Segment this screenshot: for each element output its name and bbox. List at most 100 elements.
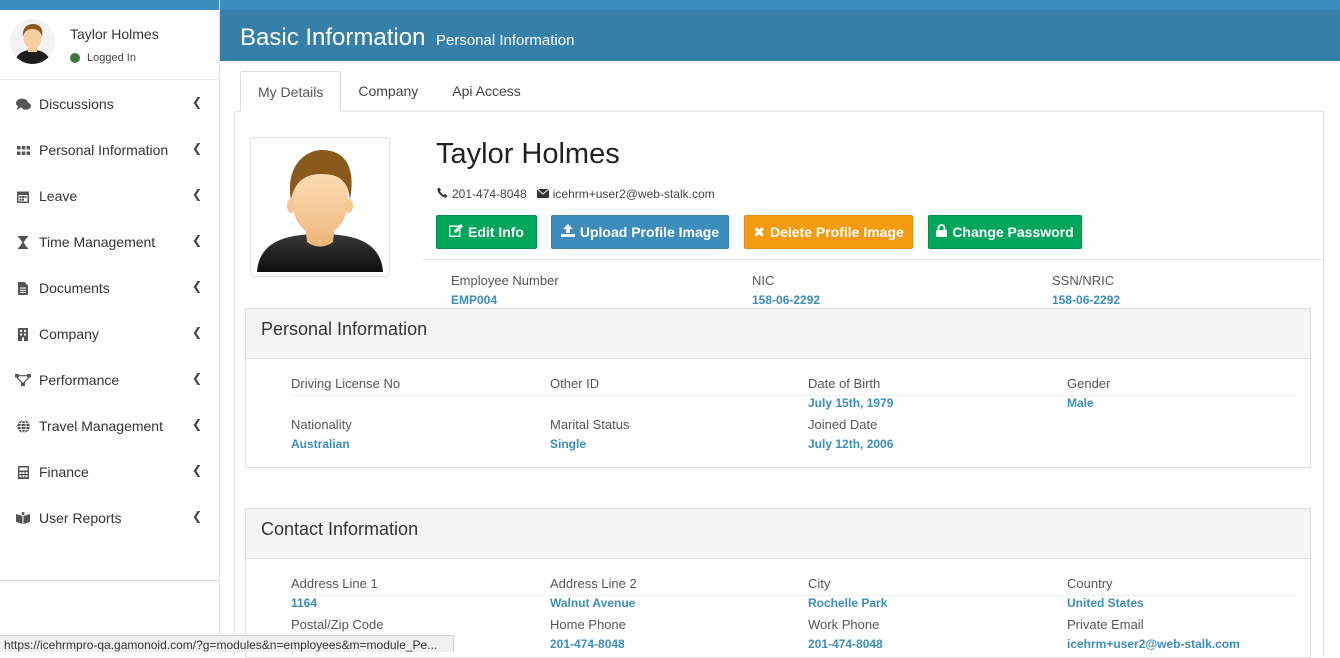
field-value: July 12th, 2006 [808,437,894,451]
personal-information-panel: Personal Information Driving License No … [245,308,1311,468]
field-value: 201-474-8048 [550,637,625,651]
field-value: Australian [291,437,350,451]
field-value: Single [550,437,587,451]
hourglass-icon [15,235,31,249]
chevron-left-icon: ❮ [191,187,202,201]
chevron-left-icon: ❮ [191,95,202,109]
tab-my-details[interactable]: My Details [240,71,342,112]
change-password-button[interactable]: Change Password [928,215,1082,249]
browser-status-bar: https://icehrmpro-qa.gamonoid.com/?g=mod… [0,635,454,652]
row-divider [291,395,1296,396]
sidebar-item-performance[interactable]: Performance ❮ [0,357,220,403]
field-label: Driving License No [291,376,401,391]
panel-title: Personal Information [246,309,1310,359]
avatar[interactable] [10,19,55,64]
edit-info-button[interactable]: Edit Info [436,215,537,249]
sidebar-item-label: Performance [39,372,120,388]
lock-icon [936,224,948,240]
field-label: Joined Date [808,417,878,432]
sidebar-item-label: Documents [39,280,110,296]
field-label: Work Phone [808,617,880,632]
profile-contact: 201-474-8048 icehrm+user2@web-stalk.com [437,187,715,201]
field-value: Walnut Avenue [550,596,636,610]
field-label: Gender [1067,376,1111,391]
calendar-icon [15,189,31,203]
page-title: Basic Information [240,24,426,51]
chevron-left-icon: ❮ [191,279,202,293]
user-status: Logged In [70,52,136,64]
row-divider [291,595,1296,596]
field-label: Private Email [1067,617,1144,632]
building-icon [15,327,31,341]
upload-profile-image-button[interactable]: Upload Profile Image [551,215,729,249]
sidebar-item-company[interactable]: Company ❮ [0,311,220,357]
sidebar-item-user-reports[interactable]: User Reports ❮ [0,495,220,541]
field-label: Date of Birth [808,376,881,391]
field-value: Male [1067,396,1094,410]
sidebar-divider [0,580,220,581]
envelope-icon [536,187,550,201]
globe-icon [15,419,31,433]
phone-icon [437,187,448,201]
delete-profile-image-button[interactable]: ✖ Delete Profile Image [744,215,913,249]
sidebar-item-leave[interactable]: Leave ❮ [0,173,220,219]
user-name: Taylor Holmes [70,26,159,42]
file-icon [15,281,31,295]
profile-photo [250,137,390,277]
ssn-label: SSN/NRIC [1052,273,1115,288]
divider [423,259,1323,260]
sidebar-border [219,0,220,652]
field-label: Nationality [291,417,352,432]
field-label: Postal/Zip Code [291,617,384,632]
profile-name: Taylor Holmes [436,138,620,170]
sidebar-item-label: Time Management [39,234,156,250]
book-icon [15,511,31,525]
field-label: City [808,576,831,591]
sidebar-item-finance[interactable]: Finance ❮ [0,449,220,495]
tab-bar: My Details Company Api Access [240,71,538,112]
chevron-left-icon: ❮ [191,325,202,339]
header-top-bar [220,0,1340,10]
profile-phone: 201-474-8048 [452,187,527,201]
field-label: Marital Status [550,417,630,432]
field-value: 201-474-8048 [808,637,883,651]
nic-label: NIC [752,273,775,288]
page-header: Basic Information Personal Information [220,0,1340,61]
chevron-left-icon: ❮ [191,509,202,523]
panel-title: Contact Information [246,509,1310,559]
field-label: Country [1067,576,1113,591]
sidebar-item-label: User Reports [39,510,122,526]
tab-company[interactable]: Company [341,71,435,112]
calculator-icon [15,465,31,479]
sidebar-item-personal-information[interactable]: Personal Information ❮ [0,127,220,173]
tab-api-access[interactable]: Api Access [435,71,537,112]
field-value: 1164 [291,596,318,610]
field-label: Address Line 2 [550,576,637,591]
chevron-left-icon: ❮ [191,417,202,431]
field-value: July 15th, 1979 [808,396,894,410]
sidebar-item-documents[interactable]: Documents ❮ [0,265,220,311]
sidebar-item-label: Leave [39,188,78,204]
sitemap-icon [15,373,31,387]
chevron-left-icon: ❮ [191,141,202,155]
sidebar-item-label: Travel Management [39,418,163,434]
ssn-value: 158-06-2292 [1052,293,1121,307]
user-status-label: Logged In [87,52,136,64]
comments-icon [15,97,31,111]
employee-number-label: Employee Number [451,273,559,288]
close-icon: ✖ [753,223,765,240]
sidebar-top-bar [0,0,220,10]
employee-number-value: EMP004 [451,293,498,307]
sidebar-item-label: Personal Information [39,142,169,158]
grid-icon [15,143,31,157]
sidebar-item-discussions[interactable]: Discussions ❮ [0,81,220,127]
chevron-left-icon: ❮ [191,371,202,385]
chevron-left-icon: ❮ [191,233,202,247]
edit-icon [448,224,463,240]
sidebar-item-time-management[interactable]: Time Management ❮ [0,219,220,265]
page-subtitle: Personal Information [436,32,575,49]
sidebar-item-label: Discussions [39,96,114,112]
sidebar-item-travel-management[interactable]: Travel Management ❮ [0,403,220,449]
sidebar-item-label: Company [39,326,99,342]
nic-value: 158-06-2292 [752,293,821,307]
